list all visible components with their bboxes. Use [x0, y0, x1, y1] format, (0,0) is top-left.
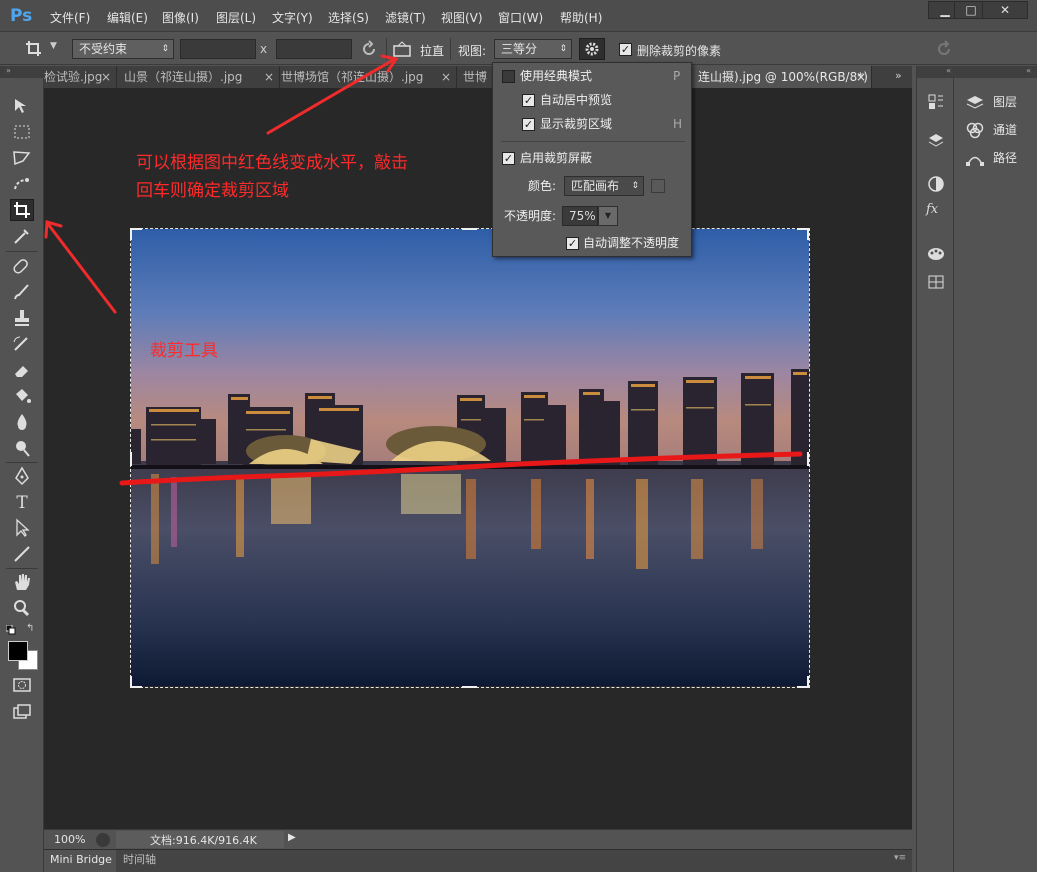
enable-shield-label: 启用裁剪屏蔽	[520, 151, 593, 165]
tab-timeline[interactable]: 时间轴	[117, 850, 169, 872]
instruction-text-line2: 回车则确定裁剪区域	[136, 181, 289, 201]
auto-center-checkbox[interactable]: ✓	[522, 94, 535, 107]
shield-color-chevron-icon: ⇕	[631, 181, 639, 191]
doc-info-box: 文档:916.4K/916.4K	[116, 831, 284, 848]
popup-divider	[501, 141, 685, 142]
color-grid-panel-icon[interactable]	[926, 272, 946, 292]
collapse-panel-icon[interactable]: «	[955, 66, 1037, 78]
channels-label: 通道	[993, 123, 1018, 137]
bottom-panel-bar: Mini Bridge 时间轴 ▾≡	[44, 849, 912, 872]
history-panel-icon[interactable]	[926, 92, 946, 112]
auto-center-label: 自动居中预览	[540, 93, 613, 107]
classic-mode-checkbox[interactable]	[502, 70, 515, 83]
paths-label: 路径	[993, 151, 1018, 165]
status-bar: 100% 文档:916.4K/916.4K ▶	[44, 829, 912, 849]
crop-options-popup: 使用经典模式 P ✓ 自动居中预览 ✓ 显示裁剪区域 H ✓ 启用裁剪屏蔽 颜色…	[492, 62, 692, 257]
show-crop-area-label: 显示裁剪区域	[540, 117, 613, 131]
auto-adjust-opacity-checkbox[interactable]: ✓	[566, 237, 579, 250]
status-info-icon[interactable]	[96, 833, 110, 847]
shield-color-value: 匹配画布	[571, 179, 620, 193]
enable-shield-checkbox[interactable]: ✓	[502, 152, 515, 165]
crop-tool-annotation: 裁剪工具	[150, 341, 218, 361]
opacity-input[interactable]: 75%	[562, 206, 598, 226]
channels-icon	[966, 122, 984, 139]
show-crop-area-shortcut: H	[673, 117, 683, 131]
auto-adjust-opacity-label: 自动调整不透明度	[583, 236, 680, 250]
opacity-label: 不透明度:	[504, 209, 557, 223]
layers-label: 图层	[993, 95, 1018, 109]
shield-color-select[interactable]: 匹配画布 ⇕	[564, 176, 644, 196]
layers-panel-button[interactable]: 图层	[963, 90, 1037, 114]
adjustments-panel-icon[interactable]	[926, 174, 946, 194]
collapse-strip-icon[interactable]: «	[917, 66, 955, 78]
swatches-palette-icon[interactable]	[926, 244, 946, 264]
panel-icon-strip: « fx	[916, 66, 955, 872]
opacity-dropdown-icon[interactable]: ▼	[598, 206, 618, 226]
show-crop-area-checkbox[interactable]: ✓	[522, 118, 535, 131]
styles-fx-panel-icon[interactable]: fx	[926, 202, 946, 224]
classic-mode-label: 使用经典模式	[520, 69, 593, 83]
instruction-text-line1: 可以根据图中红色线变成水平，敲击	[136, 153, 408, 173]
shield-color-label: 颜色:	[528, 179, 557, 193]
layers-panel-group: « 图层 通道 路径	[955, 66, 1037, 872]
classic-mode-shortcut: P	[673, 69, 681, 83]
status-menu-arrow-icon[interactable]: ▶	[288, 832, 296, 843]
tab-mini-bridge[interactable]: Mini Bridge	[44, 850, 116, 872]
channels-panel-button[interactable]: 通道	[963, 118, 1037, 142]
bottom-panel-menu-icon[interactable]: ▾≡	[894, 853, 906, 863]
layers-icon	[966, 96, 984, 109]
paths-icon	[966, 156, 984, 166]
doc-info-text: 文档:916.4K/916.4K	[150, 834, 257, 847]
zoom-level[interactable]: 100%	[54, 833, 85, 846]
shield-color-swatch[interactable]	[651, 179, 665, 193]
properties-panel-icon[interactable]	[926, 130, 946, 150]
paths-panel-button[interactable]: 路径	[963, 146, 1037, 170]
